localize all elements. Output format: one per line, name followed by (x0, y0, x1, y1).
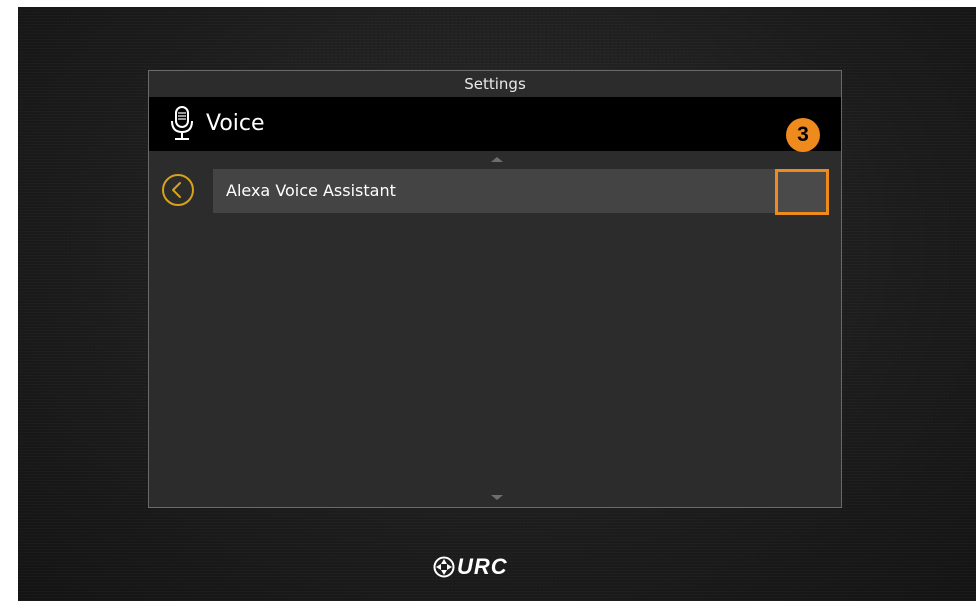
microphone-icon (169, 105, 195, 143)
urc-logo: URC (433, 555, 563, 579)
callout-badge: 3 (786, 118, 820, 152)
alexa-toggle-checkbox[interactable] (775, 169, 829, 215)
panel-title: Settings (149, 71, 841, 97)
list-item-alexa-voice-assistant[interactable]: Alexa Voice Assistant (213, 169, 827, 213)
scroll-down-arrow-icon[interactable] (491, 495, 503, 500)
list-item-label: Alexa Voice Assistant (226, 181, 396, 200)
chevron-left-icon (172, 182, 181, 198)
back-button[interactable] (162, 174, 194, 206)
scroll-up-arrow-icon[interactable] (491, 157, 503, 162)
section-title: Voice (206, 111, 265, 136)
device-screen: Settings Voice 3 Alexa Voice Assistant U… (18, 7, 976, 601)
urc-logo-mark-icon (433, 556, 455, 578)
settings-panel: Settings Voice 3 Alexa Voice Assistant (148, 70, 842, 508)
urc-logo-text: URC (457, 554, 508, 579)
section-header: Voice (149, 97, 841, 151)
